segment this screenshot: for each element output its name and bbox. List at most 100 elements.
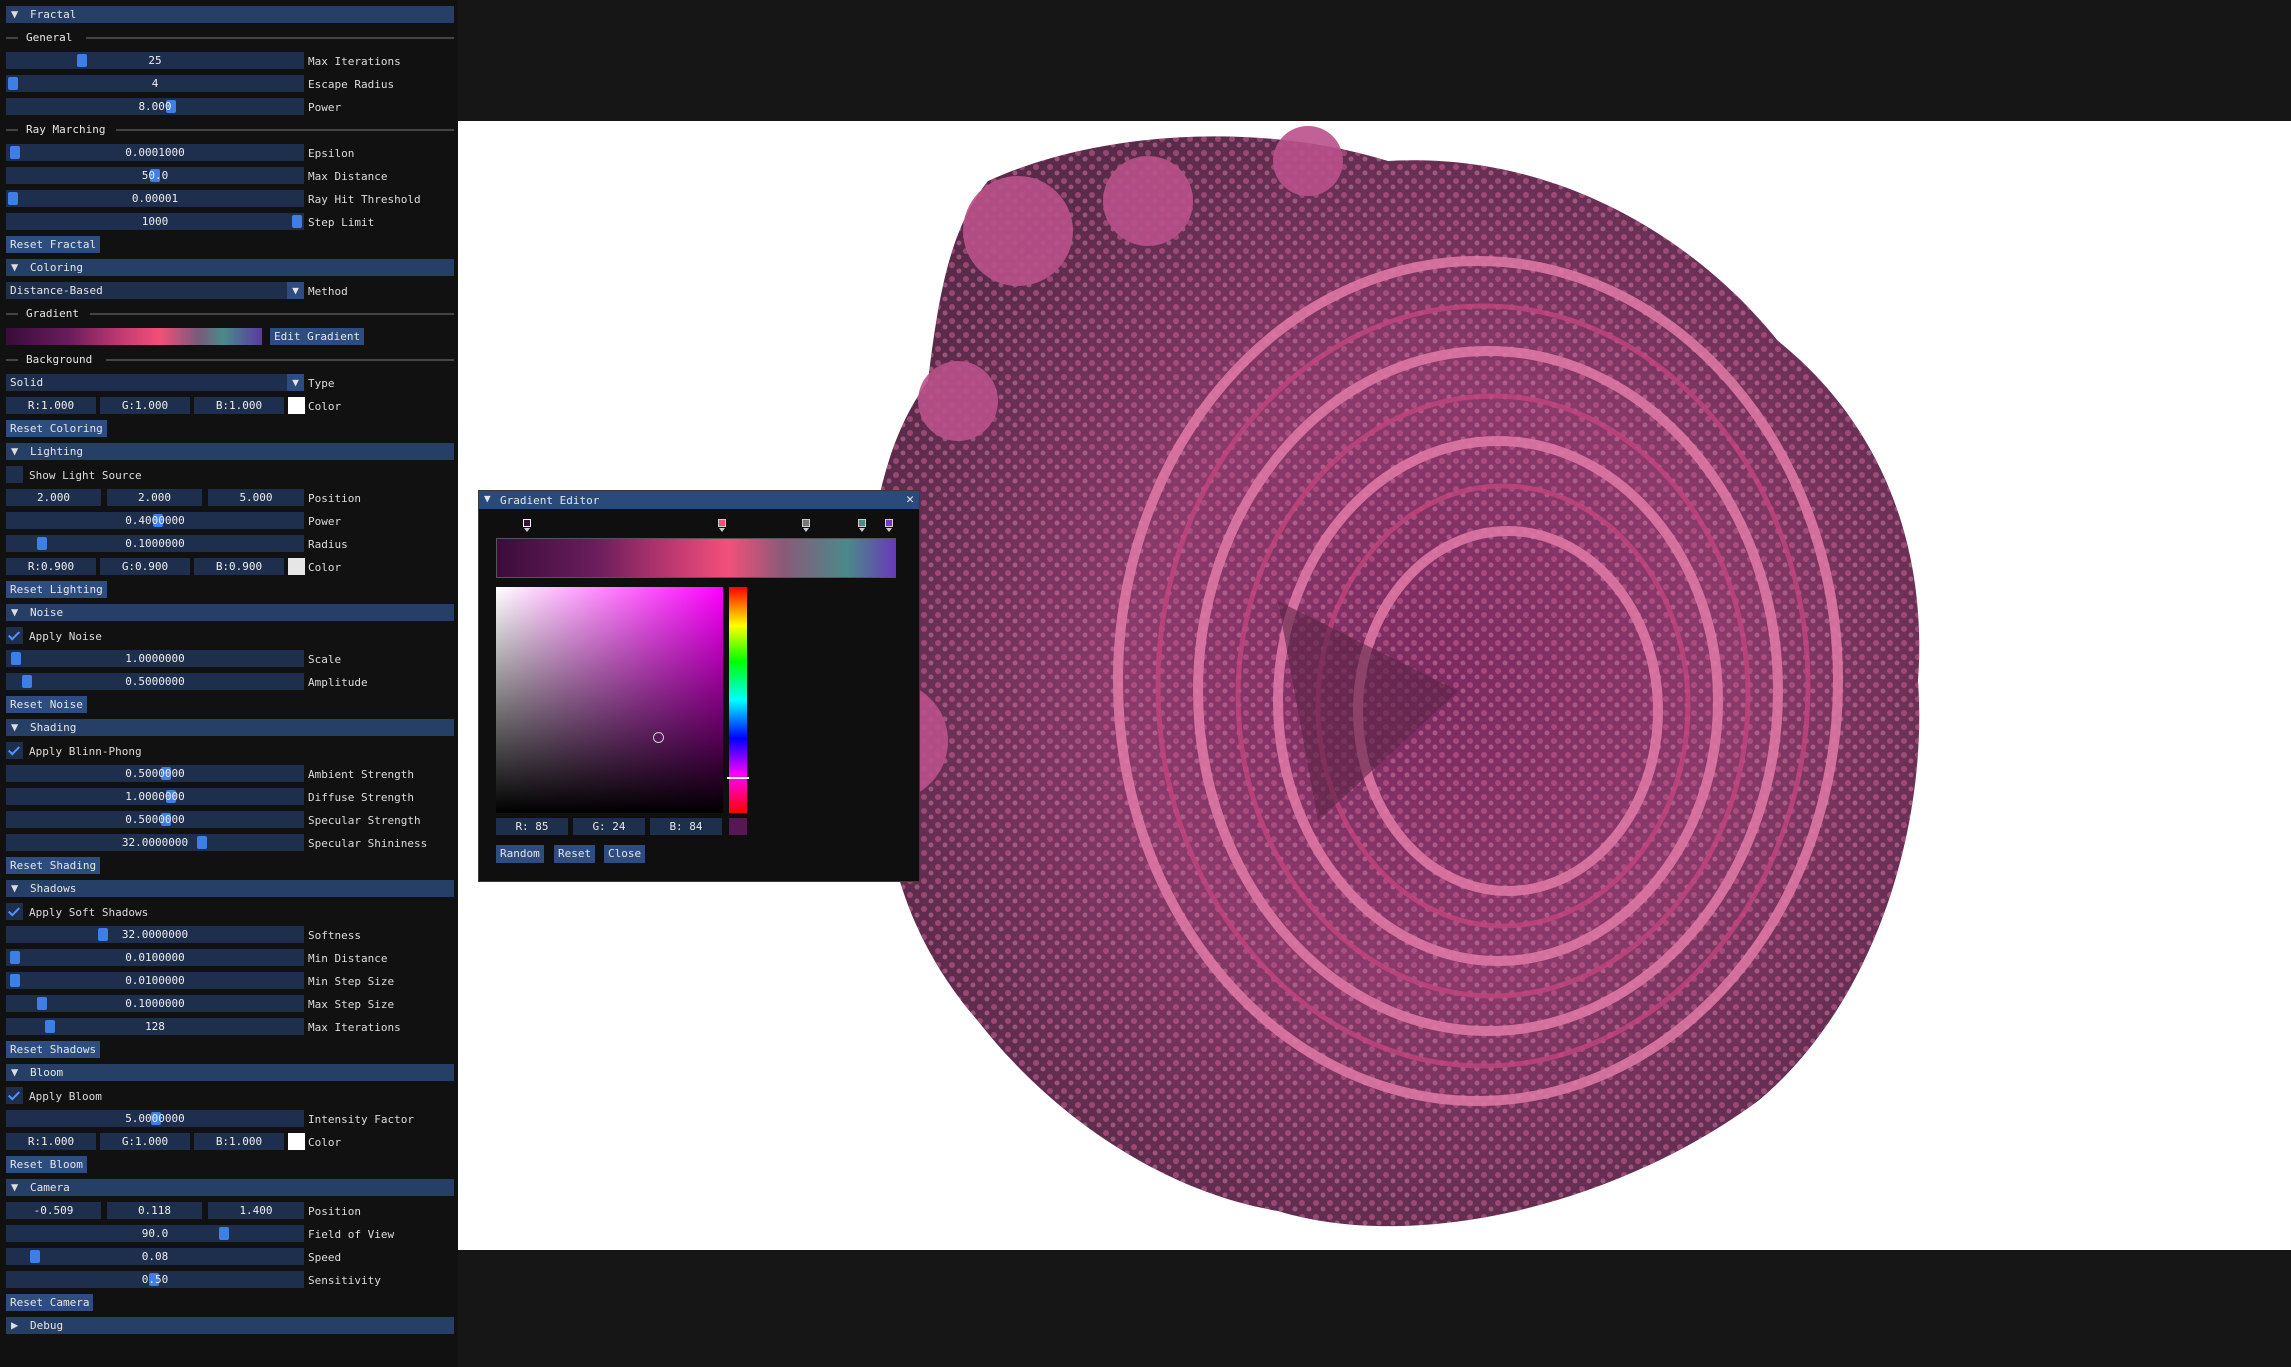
reset-camera-button[interactable]: Reset Camera: [6, 1294, 94, 1311]
power-slider[interactable]: 8.000: [6, 98, 304, 115]
diffuse-strength-slider[interactable]: 1.0000000: [6, 788, 304, 805]
camera-sensitivity-slider[interactable]: 0.50: [6, 1271, 304, 1288]
reset-gradient-button[interactable]: Reset: [554, 845, 596, 863]
show-light-source-checkbox[interactable]: [6, 466, 23, 483]
min-step-size-slider[interactable]: 0.0100000: [6, 972, 304, 989]
reset-noise-button[interactable]: Reset Noise: [6, 696, 87, 713]
bloom-r-field[interactable]: R:1.000: [6, 1133, 96, 1150]
collapse-arrow-icon: ▼: [11, 7, 19, 21]
gradient-bar[interactable]: [496, 538, 896, 578]
edit-gradient-button[interactable]: Edit Gradient: [270, 328, 365, 345]
light-position-z[interactable]: 5.000: [208, 489, 304, 506]
section-bloom-header[interactable]: ▼ Bloom: [6, 1064, 454, 1081]
gradient-editor-window: ▼ Gradient Editor ✕ R: 85 G: 24 B: 84 Ra…: [478, 490, 920, 882]
collapse-arrow-icon: ▼: [11, 605, 19, 619]
method-label: Method: [308, 285, 348, 298]
min-distance-slider[interactable]: 0.0100000: [6, 949, 304, 966]
section-shading-header[interactable]: ▼ Shading: [6, 719, 454, 736]
max-step-size-slider[interactable]: 0.1000000: [6, 995, 304, 1012]
max-distance-label: Max Distance: [308, 170, 388, 183]
section-fractal-header[interactable]: ▼ Fractal: [6, 6, 454, 23]
camera-position-z[interactable]: 1.400: [208, 1202, 304, 1219]
light-color-swatch[interactable]: [288, 558, 305, 575]
softness-slider[interactable]: 32.0000000: [6, 926, 304, 943]
section-coloring-header[interactable]: ▼ Coloring: [6, 259, 454, 276]
bloom-color-swatch[interactable]: [288, 1133, 305, 1150]
random-button[interactable]: Random: [496, 845, 544, 863]
collapse-arrow-icon: ▼: [11, 1180, 19, 1194]
bloom-g-field[interactable]: G:1.000: [100, 1133, 190, 1150]
reset-fractal-button[interactable]: Reset Fractal: [6, 236, 101, 253]
escape-radius-slider[interactable]: 4: [6, 75, 304, 92]
type-label: Type: [308, 377, 335, 390]
light-position-y[interactable]: 2.000: [107, 489, 202, 506]
section-noise-header[interactable]: ▼ Noise: [6, 604, 454, 621]
max-iterations-slider[interactable]: 25: [6, 52, 304, 69]
background-r-field[interactable]: R:1.000: [6, 397, 96, 414]
light-position-x[interactable]: 2.000: [6, 489, 101, 506]
epsilon-label: Epsilon: [308, 147, 355, 160]
gradient-stop-marker[interactable]: [523, 519, 531, 532]
ray-hit-threshold-slider[interactable]: 0.00001: [6, 190, 304, 207]
separator-gradient: Gradient: [6, 305, 454, 322]
background-b-field[interactable]: B:1.000: [194, 397, 284, 414]
gradient-editor-titlebar[interactable]: ▼ Gradient Editor ✕: [479, 491, 919, 509]
section-camera-header[interactable]: ▼ Camera: [6, 1179, 454, 1196]
gradient-stop-marker[interactable]: [858, 519, 866, 532]
camera-speed-slider[interactable]: 0.08: [6, 1248, 304, 1265]
epsilon-slider[interactable]: 0.0001000: [6, 144, 304, 161]
collapse-arrow-icon: ▼: [11, 881, 19, 895]
hue-slider[interactable]: [727, 587, 749, 813]
gradient-stop-marker[interactable]: [718, 519, 726, 532]
gradient-stop-marker[interactable]: [802, 519, 810, 532]
max-iterations-label: Max Iterations: [308, 55, 401, 68]
section-shadows-header[interactable]: ▼ Shadows: [6, 880, 454, 897]
chevron-down-icon: ▼: [287, 282, 304, 299]
background-g-field[interactable]: G:1.000: [100, 397, 190, 414]
light-g-field[interactable]: G:0.900: [100, 558, 190, 575]
camera-position-x[interactable]: -0.509: [6, 1202, 101, 1219]
apply-bloom-checkbox[interactable]: [6, 1087, 23, 1104]
noise-scale-slider[interactable]: 1.0000000: [6, 650, 304, 667]
blue-field[interactable]: B: 84: [650, 818, 722, 835]
reset-shadows-button[interactable]: Reset Shadows: [6, 1041, 101, 1058]
shadow-max-iterations-slider[interactable]: 128: [6, 1018, 304, 1035]
collapse-arrow-icon[interactable]: ▼: [484, 492, 491, 505]
light-radius-slider[interactable]: 0.1000000: [6, 535, 304, 552]
specular-strength-slider[interactable]: 0.5000000: [6, 811, 304, 828]
reset-bloom-button[interactable]: Reset Bloom: [6, 1156, 87, 1173]
camera-position-y[interactable]: 0.118: [107, 1202, 202, 1219]
red-field[interactable]: R: 85: [496, 818, 568, 835]
close-icon[interactable]: ✕: [906, 492, 914, 507]
green-field[interactable]: G: 24: [573, 818, 645, 835]
section-lighting-header[interactable]: ▼ Lighting: [6, 443, 454, 460]
reset-shading-button[interactable]: Reset Shading: [6, 857, 101, 874]
light-b-field[interactable]: B:0.900: [194, 558, 284, 575]
selected-color-preview: [729, 818, 747, 835]
specular-shininess-slider[interactable]: 32.0000000: [6, 834, 304, 851]
reset-coloring-button[interactable]: Reset Coloring: [6, 420, 107, 437]
saturation-value-picker[interactable]: [496, 587, 723, 813]
field-of-view-slider[interactable]: 90.0: [6, 1225, 304, 1242]
method-combo[interactable]: Distance-Based ▼: [6, 282, 304, 299]
background-color-swatch[interactable]: [288, 397, 305, 414]
bloom-b-field[interactable]: B:1.000: [194, 1133, 284, 1150]
picker-cursor[interactable]: [653, 732, 664, 743]
expand-arrow-icon: ▶: [11, 1318, 19, 1332]
reset-lighting-button[interactable]: Reset Lighting: [6, 581, 107, 598]
noise-amplitude-slider[interactable]: 0.5000000: [6, 673, 304, 690]
step-limit-slider[interactable]: 1000: [6, 213, 304, 230]
close-button[interactable]: Close: [604, 845, 646, 863]
apply-noise-checkbox[interactable]: [6, 627, 23, 644]
apply-soft-shadows-checkbox[interactable]: [6, 903, 23, 920]
separator-ray-marching: Ray Marching: [6, 121, 454, 138]
apply-blinn-phong-checkbox[interactable]: [6, 742, 23, 759]
light-r-field[interactable]: R:0.900: [6, 558, 96, 575]
section-debug-header[interactable]: ▶ Debug: [6, 1317, 454, 1334]
ambient-strength-slider[interactable]: 0.5000000: [6, 765, 304, 782]
gradient-stop-marker[interactable]: [885, 519, 893, 532]
max-distance-slider[interactable]: 50.0: [6, 167, 304, 184]
intensity-factor-slider[interactable]: 5.0000000: [6, 1110, 304, 1127]
light-power-slider[interactable]: 0.4000000: [6, 512, 304, 529]
background-type-combo[interactable]: Solid ▼: [6, 374, 304, 391]
